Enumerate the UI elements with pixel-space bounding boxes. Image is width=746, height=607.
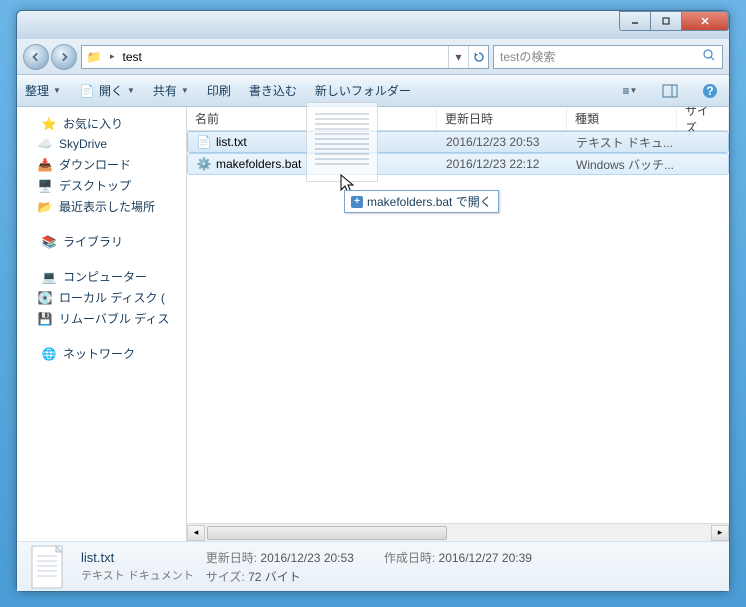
plus-icon: +	[351, 196, 363, 208]
file-row[interactable]: ⚙️makefolders.bat 2016/12/23 22:12 Windo…	[187, 153, 729, 175]
desktop-icon: 🖥️	[37, 178, 53, 194]
sidebar-libraries[interactable]: 📚ライブラリ	[17, 231, 186, 252]
details-pane: list.txt テキスト ドキュメント 更新日時: 2016/12/23 20…	[17, 541, 729, 591]
file-thumbnail-icon	[27, 546, 69, 588]
network-icon: 🌐	[41, 346, 57, 362]
refresh-button[interactable]	[468, 46, 488, 68]
svg-text:?: ?	[706, 84, 713, 98]
folder-icon: 📁	[86, 49, 102, 65]
sidebar-computer[interactable]: 💻コンピューター	[17, 266, 186, 287]
newfolder-button[interactable]: 新しいフォルダー	[315, 82, 411, 99]
drag-ghost-icon	[306, 102, 378, 182]
horizontal-scrollbar[interactable]: ◂ ▸	[187, 523, 729, 541]
minimize-button[interactable]	[619, 11, 651, 31]
recent-icon: 📂	[37, 199, 53, 215]
details-filetype: テキスト ドキュメント	[81, 567, 194, 583]
column-size[interactable]: サイズ	[677, 107, 729, 130]
column-type[interactable]: 種類	[567, 107, 677, 130]
star-icon: ⭐	[41, 116, 57, 132]
sidebar-removable[interactable]: 💾リムーバブル ディス	[17, 308, 186, 329]
sidebar-downloads[interactable]: 📥ダウンロード	[17, 154, 186, 175]
scroll-thumb[interactable]	[207, 526, 447, 540]
address-bar[interactable]: 📁 ▸ test ▾	[81, 45, 489, 69]
search-placeholder: testの検索	[500, 48, 555, 65]
sidebar-network[interactable]: 🌐ネットワーク	[17, 343, 186, 364]
column-date[interactable]: 更新日時	[437, 107, 567, 130]
sidebar-favorites[interactable]: ⭐お気に入り	[17, 113, 186, 134]
forward-button[interactable]	[51, 44, 77, 70]
sidebar-desktop[interactable]: 🖥️デスクトップ	[17, 175, 186, 196]
organize-menu[interactable]: 整理 ▼	[25, 82, 61, 99]
scroll-right-button[interactable]: ▸	[711, 525, 729, 541]
preview-pane-button[interactable]	[659, 81, 681, 101]
batch-file-icon: ⚙️	[196, 156, 212, 172]
breadcrumb-folder[interactable]: test	[119, 46, 146, 68]
details-filename: list.txt	[81, 550, 194, 565]
navbar: 📁 ▸ test ▾ testの検索	[17, 39, 729, 75]
downloads-icon: 📥	[37, 157, 53, 173]
file-list-pane: 名前 更新日時 種類 サイズ 📄list.txt 2016/12/23 20:5…	[187, 107, 729, 541]
titlebar[interactable]	[17, 11, 729, 39]
back-button[interactable]	[23, 44, 49, 70]
text-file-icon: 📄	[196, 134, 212, 150]
column-headers: 名前 更新日時 種類 サイズ	[187, 107, 729, 131]
explorer-window: 📁 ▸ test ▾ testの検索 整理 ▼ 📄開く ▼ 共有 ▼ 印刷 書き…	[16, 10, 730, 592]
file-row[interactable]: 📄list.txt 2016/12/23 20:53 テキスト ドキュ...	[187, 131, 729, 153]
burn-button[interactable]: 書き込む	[249, 82, 297, 99]
breadcrumb-arrow-icon[interactable]: ▸	[110, 51, 115, 62]
drop-tooltip: + makefolders.bat で開く	[344, 190, 499, 213]
removable-icon: 💾	[37, 311, 53, 327]
close-button[interactable]	[681, 11, 729, 31]
print-button[interactable]: 印刷	[207, 82, 231, 99]
address-dropdown-button[interactable]: ▾	[448, 46, 468, 68]
cloud-icon: ☁️	[37, 136, 53, 152]
disk-icon: 💽	[37, 290, 53, 306]
open-menu[interactable]: 📄開く ▼	[79, 82, 135, 99]
sidebar-recent[interactable]: 📂最近表示した場所	[17, 196, 186, 217]
help-button[interactable]: ?	[699, 81, 721, 101]
maximize-button[interactable]	[650, 11, 682, 31]
scroll-left-button[interactable]: ◂	[187, 525, 205, 541]
navigation-pane: ⭐お気に入り ☁️SkyDrive 📥ダウンロード 🖥️デスクトップ 📂最近表示…	[17, 107, 187, 541]
computer-icon: 💻	[41, 269, 57, 285]
sidebar-skydrive[interactable]: ☁️SkyDrive	[17, 134, 186, 154]
share-menu[interactable]: 共有 ▼	[153, 82, 189, 99]
search-icon	[702, 48, 716, 65]
library-icon: 📚	[41, 234, 57, 250]
open-icon: 📄	[79, 83, 95, 99]
view-options-button[interactable]: ≡▼	[619, 81, 641, 101]
search-input[interactable]: testの検索	[493, 45, 723, 69]
sidebar-localdisk[interactable]: 💽ローカル ディスク (	[17, 287, 186, 308]
